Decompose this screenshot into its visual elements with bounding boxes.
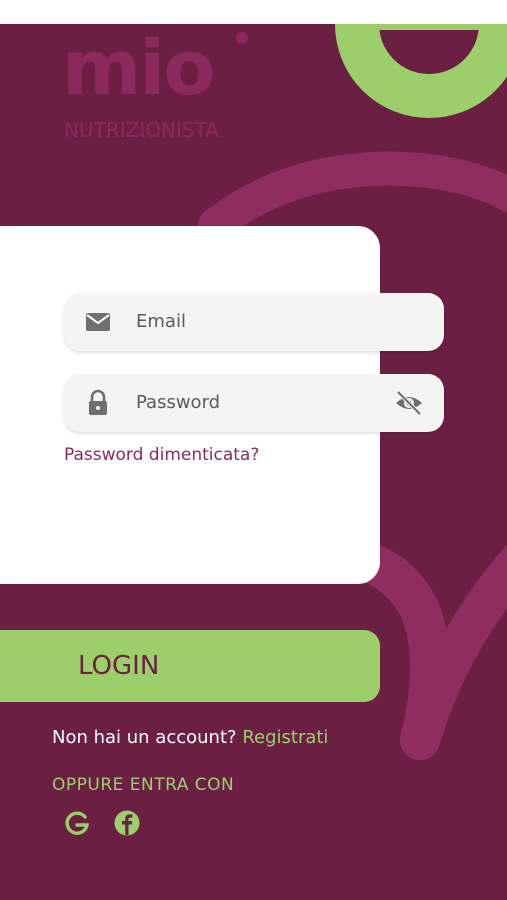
google-icon[interactable] (63, 809, 91, 837)
register-link[interactable]: Registrati (242, 727, 328, 748)
mail-icon (86, 313, 110, 331)
logo-word: mio (62, 23, 215, 112)
forgot-password-link[interactable]: Password dimenticata? (64, 445, 259, 465)
logo-subtitle: NUTRIZIONISTA (64, 118, 219, 142)
brand-logo: mio NUTRIZIONISTA (62, 30, 262, 150)
password-field[interactable]: Password (64, 374, 444, 432)
logo-dot (236, 32, 248, 44)
login-button[interactable]: LOGIN (0, 630, 380, 702)
lock-icon (89, 389, 107, 415)
no-account-text: Non hai un account? (52, 727, 237, 748)
password-placeholder: Password (136, 392, 221, 413)
signup-prompt: Non hai un account? Registrati (52, 727, 328, 748)
login-button-label: LOGIN (78, 651, 160, 681)
email-placeholder: Email (136, 311, 186, 332)
email-field[interactable]: Email (64, 293, 444, 351)
eye-off-icon[interactable] (394, 390, 424, 416)
alt-login-label: OPPURE ENTRA CON (52, 775, 235, 795)
facebook-icon[interactable] (113, 809, 141, 837)
